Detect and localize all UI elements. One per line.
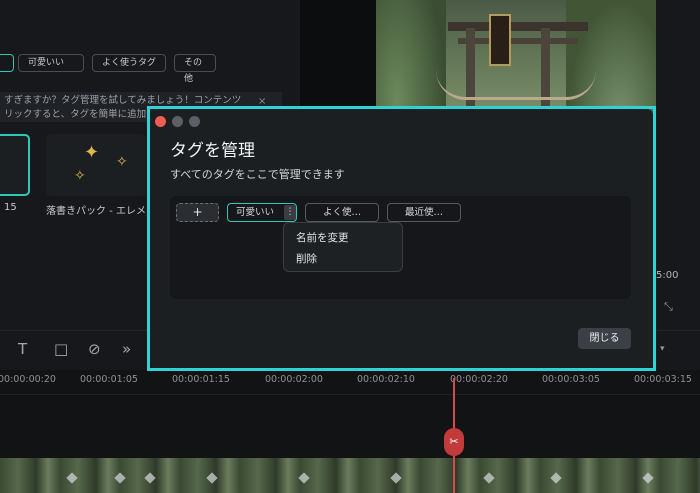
add-tag-button[interactable]: + [176, 203, 219, 222]
filter-tag-kawaii[interactable]: 可愛いい [18, 54, 84, 72]
ruler-tick: 00:00:01:15 [172, 374, 230, 385]
chevron-down-icon[interactable]: ▾ [660, 344, 665, 354]
asset-label: 落書きパック - エレメ [46, 206, 146, 217]
asset-thumbnail[interactable] [0, 134, 30, 196]
sparkle-icon: ✦ [84, 142, 100, 163]
ruler-tick: 00:00:03:15 [634, 374, 692, 385]
crop-tool-icon[interactable]: □ [54, 340, 68, 358]
scissors-icon[interactable]: ✂ [444, 428, 464, 456]
asset-label: 15 [4, 202, 17, 213]
sparkle-icon: ✧ [116, 154, 128, 170]
ruler-tick: 00:00:02:00 [265, 374, 323, 385]
tag-item-recent[interactable]: 最近使… [387, 203, 461, 222]
tag-label: 最近使… [404, 207, 443, 218]
asset-thumbnail-doodle[interactable]: ✦ ✧ ✧ [46, 134, 146, 196]
filter-tag-frequent[interactable]: よく使うタグ [92, 54, 166, 72]
tag-item-frequent[interactable]: よく使… [305, 203, 379, 222]
text-tool-icon[interactable]: T [18, 340, 27, 358]
sparkle-icon: ✧ [74, 168, 86, 184]
more-options-icon[interactable]: ⋮ [284, 205, 296, 220]
maximize-window-button[interactable] [189, 116, 200, 127]
ruler-tick: 00:00:03:05 [542, 374, 600, 385]
expand-icon[interactable]: ⤡ [664, 300, 673, 314]
delete-menu-item[interactable]: 削除 [296, 251, 317, 266]
tag-label: 可愛いい [235, 207, 274, 218]
ruler-tick: 00:00:00:20 [0, 374, 56, 385]
filter-tag-all[interactable] [0, 54, 14, 72]
dialog-title: タグを管理 [170, 141, 255, 161]
close-button[interactable]: 閉じる [578, 328, 631, 349]
ruler-tick: 00:00:02:20 [450, 374, 508, 385]
ruler-tick: 00:00:02:10 [357, 374, 415, 385]
duration-display: 5:00 [656, 270, 679, 281]
minimize-window-button[interactable] [172, 116, 183, 127]
ruler-tick: 00:00:01:05 [80, 374, 138, 385]
close-window-button[interactable] [155, 116, 166, 127]
mask-tool-icon[interactable]: ⊘ [88, 340, 101, 358]
editor-window: 可愛いい よく使うタグ その他 すぎますか？タグ管理を試してみましょう！コンテン… [0, 0, 700, 493]
dialog-subtitle: すべてのタグをここで管理できます [170, 168, 345, 181]
tag-label: よく使… [322, 207, 361, 218]
video-clip[interactable] [0, 458, 700, 493]
more-tools-icon[interactable]: » [122, 340, 131, 358]
rename-menu-item[interactable]: 名前を変更 [296, 230, 349, 245]
timeline-track[interactable] [0, 394, 700, 458]
filter-tag-other[interactable]: その他 [174, 54, 216, 84]
